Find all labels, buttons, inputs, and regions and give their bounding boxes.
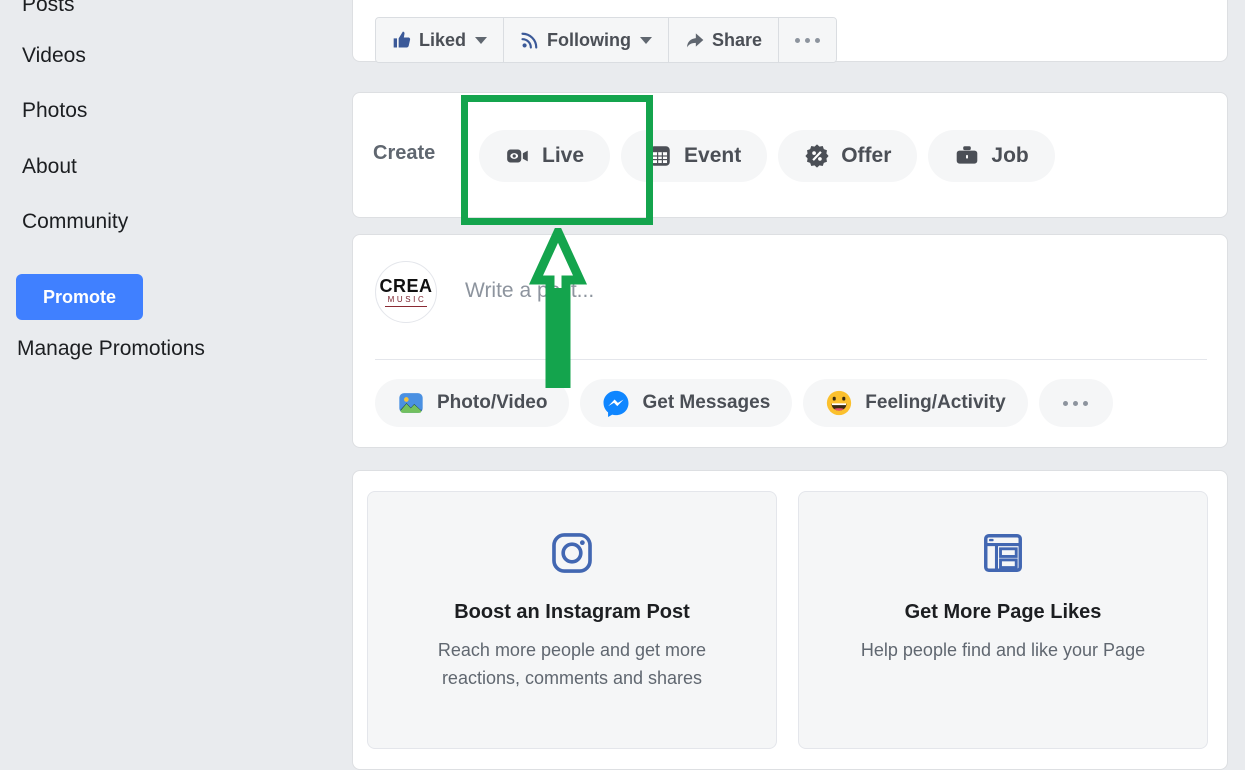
create-card: Create Live Event Offer Job (352, 92, 1228, 218)
create-event-label: Event (684, 144, 742, 167)
promo-title: Boost an Instagram Post (454, 601, 690, 623)
page-more-options-button[interactable] (779, 18, 837, 62)
calendar-icon (650, 146, 670, 166)
get-messages-button[interactable]: Get Messages (580, 379, 793, 427)
main-content-column: Liked Following Share Create Live Event … (352, 0, 1228, 770)
liked-label: Liked (419, 29, 467, 50)
feeling-activity-button[interactable]: Feeling/Activity (803, 379, 1028, 427)
avatar-line-1: CREA (379, 276, 433, 296)
instagram-icon (552, 533, 592, 573)
page-avatar[interactable]: CREA MUSIC (375, 261, 437, 323)
create-event-button[interactable]: Event (621, 130, 768, 182)
page-action-bar: Liked Following Share (375, 17, 838, 63)
create-job-label: Job (991, 144, 1029, 167)
facebook-page-screen: Posts Videos Photos About Community Prom… (0, 0, 1245, 770)
sidebar-item-photos[interactable]: Photos (22, 98, 87, 124)
sidebar-item-label: Photos (22, 99, 88, 122)
ellipsis-icon (1063, 400, 1089, 406)
following-button[interactable]: Following (504, 18, 669, 62)
get-messages-label: Get Messages (642, 392, 771, 413)
sidebar-item-label: Videos (22, 44, 86, 67)
composer-divider (375, 359, 1207, 360)
messenger-icon (604, 390, 629, 417)
sidebar-item-label: Community (22, 210, 129, 233)
promo-subtitle: Help people find and like your Page (860, 640, 1146, 660)
following-label: Following (547, 29, 631, 50)
chevron-down-icon (640, 36, 652, 44)
sidebar-item-about[interactable]: About (22, 154, 77, 180)
share-arrow-icon (687, 33, 704, 48)
promo-title: Get More Page Likes (904, 601, 1102, 623)
avatar-underline (385, 306, 427, 307)
boost-instagram-post-card[interactable]: Boost an Instagram Post Reach more peopl… (367, 491, 777, 749)
promotions-card: Boost an Instagram Post Reach more peopl… (352, 470, 1228, 770)
create-job-button[interactable]: Job (928, 130, 1055, 182)
get-more-page-likes-card[interactable]: Get More Page Likes Help people find and… (798, 491, 1208, 749)
sidebar-item-community[interactable]: Community (22, 209, 128, 235)
photo-video-button[interactable]: Photo/Video (375, 379, 570, 427)
sidebar-item-posts[interactable]: Posts (22, 0, 75, 18)
briefcase-icon (957, 146, 978, 164)
page-actions-card: Liked Following Share (352, 0, 1228, 63)
promo-subtitle: Reach more people and get more reactions… (437, 640, 707, 688)
page-layout-icon (984, 534, 1022, 572)
manage-promotions-label: Manage Promotions (17, 337, 205, 360)
rss-icon (521, 32, 538, 49)
create-live-button[interactable]: Live (479, 130, 611, 182)
composer-actions-row: Photo/Video Get Messages Feeling/Activit… (375, 379, 1113, 427)
ellipsis-icon (795, 37, 821, 43)
write-post-input[interactable]: Write a post... (465, 279, 594, 303)
smiley-icon (827, 390, 852, 416)
promote-button[interactable]: Promote (16, 274, 143, 320)
sidebar-item-videos[interactable]: Videos (22, 43, 86, 69)
share-label: Share (712, 29, 763, 50)
promote-button-label: Promote (42, 286, 116, 307)
feeling-activity-label: Feeling/Activity (865, 392, 1006, 413)
chevron-down-icon (475, 36, 488, 44)
share-button[interactable]: Share (669, 18, 780, 62)
manage-promotions-link[interactable]: Manage Promotions (17, 337, 205, 361)
photo-video-icon (399, 393, 423, 413)
video-camera-icon (507, 149, 528, 163)
composer-more-options-button[interactable] (1038, 379, 1113, 427)
create-buttons-row: Live Event Offer Job (479, 130, 1055, 182)
promotions-row: Boost an Instagram Post Reach more peopl… (367, 491, 1208, 749)
photo-video-label: Photo/Video (437, 392, 548, 413)
left-sidebar: Posts Videos Photos About Community Prom… (0, 0, 352, 734)
percent-badge-icon (805, 144, 829, 168)
avatar-line-2: MUSIC (387, 295, 427, 304)
thumbs-up-icon (393, 31, 411, 48)
liked-button[interactable]: Liked (376, 18, 505, 62)
sidebar-item-label: Posts (22, 0, 75, 16)
create-offer-button[interactable]: Offer (778, 130, 918, 182)
create-label: Create (373, 142, 436, 164)
sidebar-item-label: About (22, 155, 77, 178)
create-live-label: Live (542, 144, 585, 167)
post-composer-card: CREA MUSIC Write a post... Photo/Video G… (352, 234, 1228, 448)
create-offer-label: Offer (841, 144, 892, 167)
